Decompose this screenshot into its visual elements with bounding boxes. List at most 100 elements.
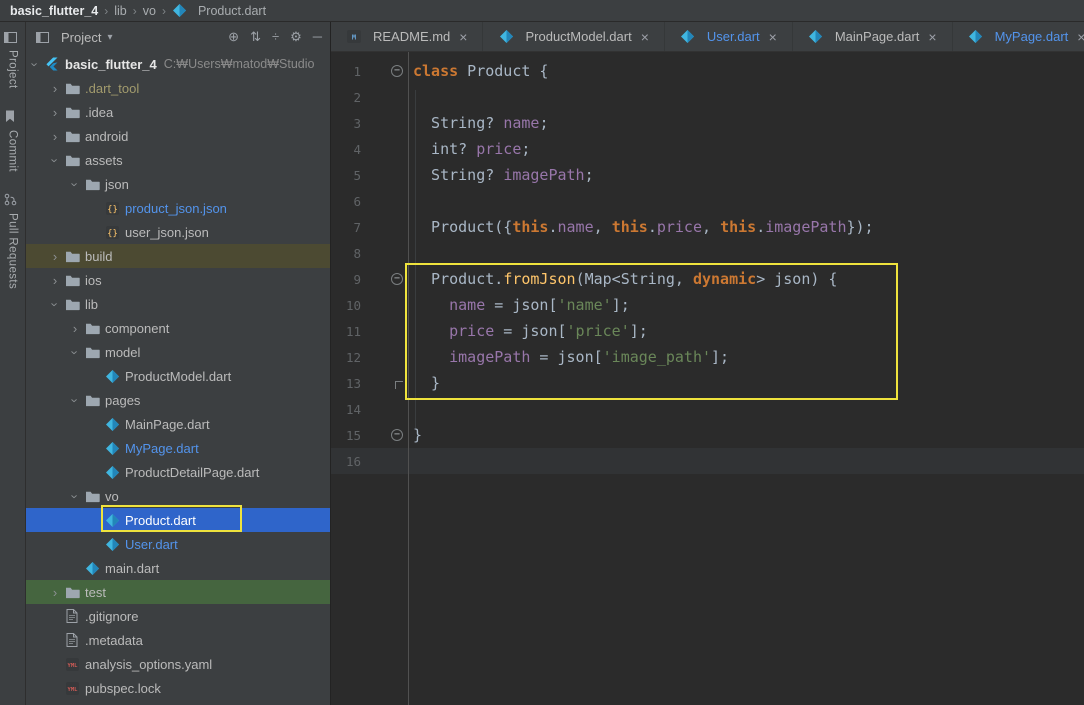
- locate-icon[interactable]: ⊕: [228, 29, 239, 45]
- svg-text:M: M: [352, 34, 356, 42]
- tree-item-productdetailpage-dart[interactable]: ProductDetailPage.dart: [26, 460, 330, 484]
- code-line-14[interactable]: 14: [331, 396, 1084, 422]
- tree-item-vo[interactable]: › vo: [26, 484, 330, 508]
- chevron-collapsed-icon[interactable]: ›: [46, 273, 64, 288]
- fold-marker[interactable]: [361, 381, 408, 389]
- tree-item-basic-flutter-4[interactable]: › basic_flutter_4 C:₩Users₩matod₩Studio: [26, 52, 330, 76]
- code-token: ;: [539, 114, 549, 132]
- project-panel-title[interactable]: Project: [61, 30, 101, 45]
- tree-item-lib[interactable]: › lib: [26, 292, 330, 316]
- tree-item-json[interactable]: › json: [26, 172, 330, 196]
- tree-item-pages[interactable]: › pages: [26, 388, 330, 412]
- code-line-2[interactable]: 2: [331, 84, 1084, 110]
- tab-close-icon[interactable]: ×: [641, 29, 649, 45]
- tree-item-gitignore[interactable]: .gitignore: [26, 604, 330, 628]
- fold-marker[interactable]: −: [361, 429, 408, 441]
- code-token: name: [449, 296, 486, 314]
- tree-item-mainpage-dart[interactable]: MainPage.dart: [26, 412, 330, 436]
- stripe-button-commit[interactable]: Commit: [2, 109, 23, 172]
- tree-item-label: analysis_options.yaml: [85, 656, 213, 672]
- code-token: .: [548, 218, 558, 236]
- tab-user-dart[interactable]: User.dart ×: [665, 22, 793, 51]
- code-line-6[interactable]: 6: [331, 188, 1084, 214]
- stripe-button-project[interactable]: Project: [2, 29, 23, 89]
- tree-item-model[interactable]: › model: [26, 340, 330, 364]
- code-line-10[interactable]: 10 name = json['name'];: [331, 292, 1084, 318]
- tab-close-icon[interactable]: ×: [928, 29, 936, 45]
- tab-close-icon[interactable]: ×: [769, 29, 777, 45]
- editor-body[interactable]: 1− class Product {2 3 String? name; 4 int? …: [331, 52, 1084, 705]
- chevron-expanded-icon[interactable]: ›: [68, 343, 83, 361]
- tree-item-test[interactable]: › test: [26, 580, 330, 604]
- code-line-1[interactable]: 1 − class Product {: [331, 58, 1084, 84]
- code-token: .: [647, 218, 657, 236]
- chevron-collapsed-icon[interactable]: ›: [46, 585, 64, 600]
- ide-window: basic_flutter_4 › lib › vo › Product.dart Proj…: [0, 0, 1084, 705]
- breadcrumb-item-lib[interactable]: lib: [114, 4, 127, 18]
- tab-readme-md[interactable]: M README.md ×: [331, 22, 484, 51]
- code-line-12[interactable]: 12 imagePath = json['image_path'];: [331, 344, 1084, 370]
- chevron-down-icon[interactable]: ▾: [107, 32, 112, 43]
- breadcrumb-item-product-dart[interactable]: Product.dart: [198, 4, 266, 18]
- chevron-expanded-icon[interactable]: ›: [28, 55, 43, 73]
- tree-item-analysis-options-yaml[interactable]: YML analysis_options.yaml: [26, 652, 330, 676]
- code-line-16[interactable]: 16: [331, 448, 1084, 474]
- fold-minus-icon[interactable]: −: [391, 429, 403, 441]
- code-line-13[interactable]: 13 }: [331, 370, 1084, 396]
- breadcrumb-item-vo[interactable]: vo: [143, 4, 156, 18]
- settings-icon[interactable]: ⚙: [290, 29, 302, 45]
- code-line-3[interactable]: 3 String? name;: [331, 110, 1084, 136]
- chevron-expanded-icon[interactable]: ›: [68, 175, 83, 193]
- chevron-expanded-icon[interactable]: ›: [48, 151, 63, 169]
- chevron-expanded-icon[interactable]: ›: [48, 295, 63, 313]
- code-line-4[interactable]: 4 int? price;: [331, 136, 1084, 162]
- tree-item-dart-tool[interactable]: › .dart_tool: [26, 76, 330, 100]
- code-line-5[interactable]: 5 String? imagePath;: [331, 162, 1084, 188]
- tree-item-assets[interactable]: › assets: [26, 148, 330, 172]
- chevron-collapsed-icon[interactable]: ›: [66, 321, 84, 336]
- tree-item-user-dart[interactable]: User.dart: [26, 532, 330, 556]
- expand-collapse-icon[interactable]: ⇅: [250, 29, 261, 45]
- fold-marker[interactable]: −: [361, 273, 408, 285]
- tree-item-product-json-json[interactable]: {} product_json.json: [26, 196, 330, 220]
- tree-item-main-dart[interactable]: main.dart: [26, 556, 330, 580]
- tab-close-icon[interactable]: ×: [459, 29, 467, 45]
- tab-productmodel-dart[interactable]: ProductModel.dart ×: [483, 22, 665, 51]
- tree-item-pubspec-lock[interactable]: YML pubspec.lock: [26, 676, 330, 700]
- chevron-collapsed-icon[interactable]: ›: [46, 105, 64, 120]
- chevron-collapsed-icon[interactable]: ›: [46, 129, 64, 144]
- tree-item-android[interactable]: › android: [26, 124, 330, 148]
- tree-item-component[interactable]: › component: [26, 316, 330, 340]
- tree-item-label: build: [85, 248, 113, 264]
- tree-item-productmodel-dart[interactable]: ProductModel.dart: [26, 364, 330, 388]
- tab-mainpage-dart[interactable]: MainPage.dart ×: [793, 22, 953, 51]
- hide-icon[interactable]: ─: [313, 29, 322, 45]
- fold-end-icon[interactable]: [395, 381, 403, 389]
- code-line-11[interactable]: 11 price = json['price'];: [331, 318, 1084, 344]
- chevron-expanded-icon[interactable]: ›: [68, 391, 83, 409]
- code-line-9[interactable]: 9 − Product.fromJson(Map<String, dynamic>…: [331, 266, 1084, 292]
- collapse-all-icon[interactable]: ÷: [272, 29, 279, 45]
- tab-close-icon[interactable]: ×: [1077, 29, 1084, 45]
- stripe-button-pull-requests[interactable]: Pull Requests: [2, 192, 23, 289]
- tree-item-product-dart[interactable]: Product.dart: [26, 508, 330, 532]
- chevron-collapsed-icon[interactable]: ›: [46, 81, 64, 96]
- code-line-7[interactable]: 7 Product({this.name, this.price, this.i…: [331, 214, 1084, 240]
- chevron-expanded-icon[interactable]: ›: [68, 487, 83, 505]
- tree-item-label: model: [105, 344, 141, 360]
- chevron-collapsed-icon[interactable]: ›: [46, 249, 64, 264]
- breadcrumb-item-basic-flutter-4[interactable]: basic_flutter_4: [10, 4, 98, 18]
- tree-item-user-json-json[interactable]: {} user_json.json: [26, 220, 330, 244]
- fold-marker[interactable]: −: [361, 65, 408, 77]
- tab-mypage-dart[interactable]: MyPage.dart ×: [953, 22, 1084, 51]
- tree-item-ios[interactable]: › ios: [26, 268, 330, 292]
- code-line-8[interactable]: 8: [331, 240, 1084, 266]
- fold-minus-icon[interactable]: −: [391, 273, 403, 285]
- tree-item-idea[interactable]: › .idea: [26, 100, 330, 124]
- tree-item-metadata[interactable]: .metadata: [26, 628, 330, 652]
- tree-item-build[interactable]: › build: [26, 244, 330, 268]
- tree-item-pubspec-yaml[interactable]: YMLpubspec.yaml: [26, 700, 330, 705]
- code-line-15[interactable]: 15 −}: [331, 422, 1084, 448]
- tree-item-mypage-dart[interactable]: MyPage.dart: [26, 436, 330, 460]
- fold-minus-icon[interactable]: −: [391, 65, 403, 77]
